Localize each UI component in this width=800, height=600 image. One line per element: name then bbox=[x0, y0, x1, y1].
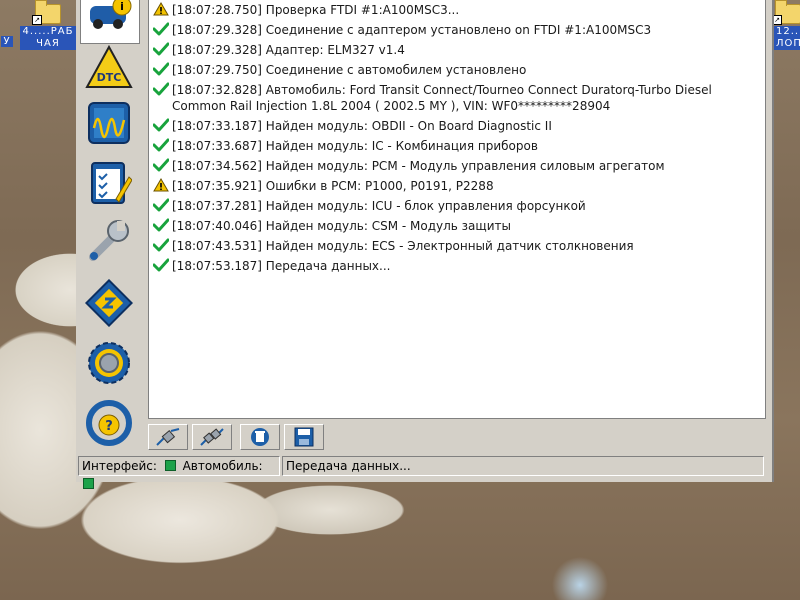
check-icon bbox=[152, 218, 170, 232]
check-icon bbox=[152, 118, 170, 132]
save-log-icon bbox=[294, 427, 314, 447]
clear-log-button[interactable] bbox=[240, 424, 280, 450]
log-entry-text: [18:07:33.687] Найден модуль: IC - Комби… bbox=[172, 139, 538, 153]
connect-button[interactable] bbox=[148, 424, 188, 450]
log-entry: [18:07:40.046] Найден модуль: CSM - Моду… bbox=[152, 216, 761, 236]
check-icon bbox=[152, 82, 170, 96]
log-entry: [18:07:28.750] Проверка FTDI #1:A100MSC3… bbox=[153, 0, 761, 20]
connection-status: Интерфейс: Автомобиль: bbox=[78, 456, 280, 489]
check-icon bbox=[152, 198, 170, 212]
desktop-folder-icon[interactable]: ↗ 4.....РАБ ЧАЯ bbox=[20, 0, 76, 50]
log-entry: [18:07:29.328] Адаптер: ELM327 v1.4 bbox=[152, 40, 761, 60]
log-entry-text: [18:07:32.828] Автомобиль: Ford Transit … bbox=[172, 83, 712, 113]
desktop-icon-label: 12.... ЛОП bbox=[774, 26, 800, 50]
log-panel[interactable]: [18:07:28.750] Проверка FTDI #1:A100MSC3… bbox=[148, 0, 766, 419]
log-entry-text: [18:07:29.328] Адаптер: ELM327 v1.4 bbox=[172, 43, 405, 57]
status-message: Передача данных... bbox=[286, 459, 411, 473]
log-entry: [18:07:37.281] Найден модуль: ICU - блок… bbox=[152, 196, 761, 216]
oscilloscope-icon bbox=[88, 102, 130, 144]
log-entry: [18:07:29.328] Соединение с адаптером ус… bbox=[152, 20, 761, 40]
log-entry-text: [18:07:53.187] Передача данных... bbox=[172, 259, 391, 273]
sidebar-item-oscilloscope[interactable] bbox=[80, 96, 138, 150]
log-entry-text: [18:07:40.046] Найден модуль: CSM - Моду… bbox=[172, 219, 511, 233]
disconnect-button[interactable] bbox=[192, 424, 232, 450]
check-icon bbox=[152, 138, 170, 152]
log-entry: [18:07:33.187] Найден модуль: OBDII - On… bbox=[152, 116, 761, 136]
folder-icon: ↗ bbox=[772, 0, 800, 25]
status-bar: Интерфейс: Автомобиль: Передача данных..… bbox=[76, 456, 766, 489]
log-entry: [18:07:29.750] Соединение с автомобилем … bbox=[152, 60, 761, 80]
log-entry: [18:07:53.187] Передача данных... bbox=[152, 256, 761, 276]
log-entry-text: [18:07:37.281] Найден модуль: ICU - блок… bbox=[172, 199, 586, 213]
log-entry: [18:07:32.828] Автомобиль: Ford Transit … bbox=[152, 82, 761, 114]
log-entry-text: [18:07:33.187] Найден модуль: OBDII - On… bbox=[172, 119, 552, 133]
log-entry-text: [18:07:43.531] Найден модуль: ECS - Элек… bbox=[172, 239, 634, 253]
log-entry: [18:07:33.687] Найден модуль: IC - Комби… bbox=[152, 136, 761, 156]
vehicle-info-icon: i bbox=[90, 0, 132, 29]
diagnostic-app-window: i DTC ? [18:07:28.750] Проверка FTDI #1:… bbox=[76, 0, 774, 489]
sidebar-item-settings[interactable] bbox=[80, 336, 138, 390]
dtc-icon: DTC bbox=[85, 44, 133, 88]
chip-programming-icon bbox=[85, 279, 133, 327]
log-entry-text: [18:07:28.750] Проверка FTDI #1:A100MSC3… bbox=[172, 3, 460, 17]
sidebar: i DTC ? bbox=[76, 0, 142, 452]
connect-icon bbox=[156, 428, 180, 446]
check-icon bbox=[152, 42, 170, 56]
folder-icon: ↗ bbox=[32, 0, 61, 25]
log-entry-text: [18:07:29.750] Соединение с автомобилем … bbox=[172, 63, 527, 77]
service-wrench-icon bbox=[89, 220, 129, 261]
sidebar-item-dtc[interactable]: DTC bbox=[80, 40, 138, 94]
vehicle-label: Автомобиль: bbox=[182, 459, 263, 473]
sidebar-item-vehicle[interactable]: i bbox=[80, 0, 140, 44]
help-steering-wheel-icon: ? bbox=[86, 400, 132, 446]
desktop-folder-icon[interactable]: ↗ 12.... ЛОП bbox=[772, 0, 800, 50]
interface-label: Интерфейс: bbox=[82, 459, 157, 473]
settings-gear-icon bbox=[88, 342, 130, 384]
sidebar-item-service[interactable] bbox=[80, 214, 138, 268]
save-log-button[interactable] bbox=[284, 424, 324, 450]
desktop-icon-label: У bbox=[1, 36, 13, 47]
sidebar-item-checklist[interactable] bbox=[80, 156, 138, 210]
clear-log-icon bbox=[251, 428, 269, 446]
sidebar-item-chip[interactable] bbox=[80, 276, 138, 330]
disconnect-icon bbox=[200, 428, 224, 446]
warning-icon bbox=[153, 178, 169, 192]
status-message-cell: Передача данных... bbox=[282, 456, 764, 476]
svg-text:?: ? bbox=[105, 419, 113, 434]
check-icon bbox=[152, 158, 170, 172]
svg-text:DTC: DTC bbox=[97, 71, 122, 84]
log-entry: [18:07:35.921] Ошибки в PCM: P1000, P019… bbox=[153, 176, 761, 196]
log-entry-text: [18:07:35.921] Ошибки в PCM: P1000, P019… bbox=[172, 179, 494, 193]
log-entry: [18:07:34.562] Найден модуль: PCM - Моду… bbox=[152, 156, 761, 176]
warning-icon bbox=[153, 2, 169, 16]
svg-text:i: i bbox=[120, 0, 124, 13]
check-icon bbox=[152, 258, 170, 272]
log-toolbar bbox=[148, 424, 764, 450]
log-entry: [18:07:43.531] Найден модуль: ECS - Элек… bbox=[152, 236, 761, 256]
check-icon bbox=[152, 22, 170, 36]
log-entry-text: [18:07:29.328] Соединение с адаптером ус… bbox=[172, 23, 652, 37]
interface-status-led bbox=[164, 460, 176, 471]
check-icon bbox=[152, 62, 170, 76]
desktop-icon-label: 4.....РАБ ЧАЯ bbox=[20, 26, 76, 50]
check-icon bbox=[152, 238, 170, 252]
log-entry-text: [18:07:34.562] Найден модуль: PCM - Моду… bbox=[172, 159, 665, 173]
desktop-icon-left[interactable]: У bbox=[0, 36, 14, 48]
sidebar-item-help[interactable]: ? bbox=[80, 396, 138, 450]
vehicle-status-led bbox=[83, 478, 94, 489]
checklist-icon bbox=[91, 162, 132, 204]
